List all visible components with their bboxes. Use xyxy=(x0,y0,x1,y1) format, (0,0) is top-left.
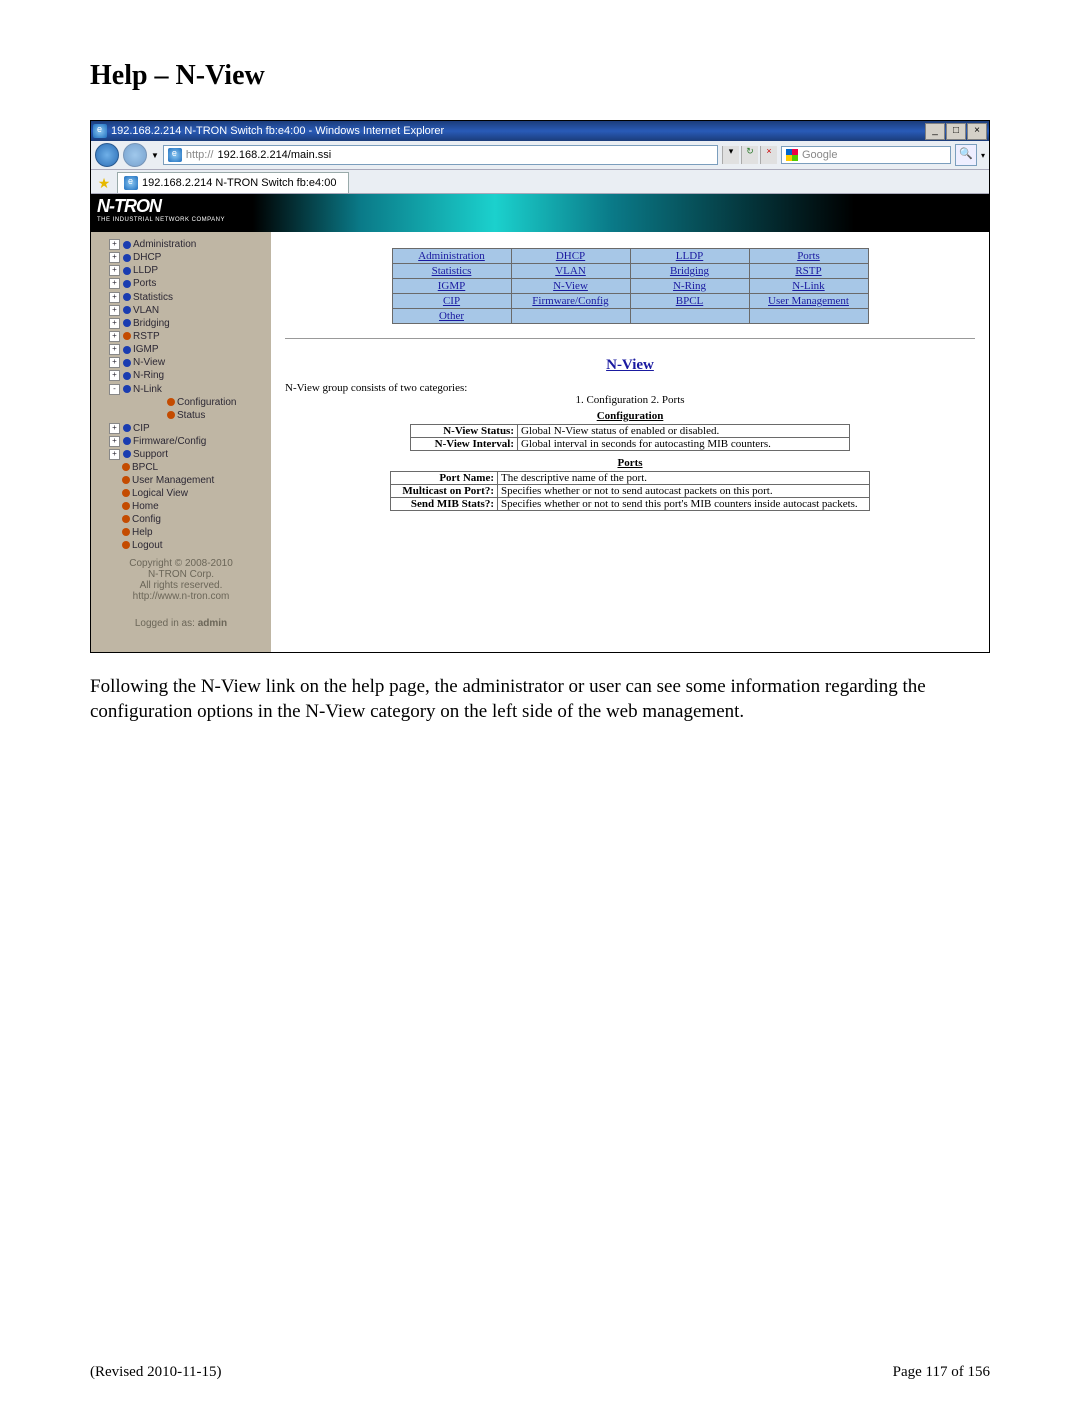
address-bar: ▼ http://192.168.2.214/main.ssi ▾ ↻ × Go… xyxy=(91,141,989,170)
row-label: Port Name: xyxy=(391,472,498,485)
sidebar-item[interactable]: +Bridging xyxy=(91,317,271,330)
tab-bar: ★ 192.168.2.214 N-TRON Switch fb:e4:00 xyxy=(91,170,989,194)
search-button[interactable]: 🔍 xyxy=(955,144,977,166)
browser-tab[interactable]: 192.168.2.214 N-TRON Switch fb:e4:00 xyxy=(117,172,349,193)
help-link[interactable]: DHCP xyxy=(556,250,585,262)
categories-text: 1. Configuration 2. Ports xyxy=(285,394,975,406)
window-titlebar: 192.168.2.214 N-TRON Switch fb:e4:00 - W… xyxy=(91,121,989,141)
help-link-grid: Administration DHCP LLDP Ports Statistics VLA… xyxy=(392,248,869,324)
browser-window: 192.168.2.214 N-TRON Switch fb:e4:00 - W… xyxy=(90,120,990,653)
sidebar-item[interactable]: Logout xyxy=(91,539,271,552)
help-link[interactable]: Other xyxy=(439,310,464,322)
help-link[interactable]: BPCL xyxy=(676,295,704,307)
close-button[interactable]: × xyxy=(967,123,987,140)
intro-text: N-View group consists of two categories: xyxy=(285,382,975,394)
help-link[interactable]: N-Ring xyxy=(673,280,706,292)
row-desc: Global interval in seconds for autocasti… xyxy=(518,438,850,451)
row-label: Multicast on Port?: xyxy=(391,485,498,498)
row-label: Send MIB Stats?: xyxy=(391,498,498,511)
help-link[interactable]: Ports xyxy=(797,250,820,262)
stop-button[interactable]: × xyxy=(760,146,777,164)
sidebar-subitem[interactable]: Status xyxy=(129,409,271,422)
back-button[interactable] xyxy=(95,143,119,167)
ie-icon xyxy=(93,124,107,138)
sidebar-item[interactable]: +VLAN xyxy=(91,304,271,317)
sidebar-item[interactable]: +N-Ring xyxy=(91,369,271,382)
sidebar-item[interactable]: +Ports xyxy=(91,277,271,290)
config-table: N-View Status:Global N-View status of en… xyxy=(410,424,850,451)
sidebar-item[interactable]: +LLDP xyxy=(91,264,271,277)
sidebar-item[interactable]: +Administration xyxy=(91,238,271,251)
page-number: Page 117 of 156 xyxy=(893,1364,990,1381)
ports-table: Port Name:The descriptive name of the po… xyxy=(390,471,870,511)
help-content: Administration DHCP LLDP Ports Statistics VLA… xyxy=(271,232,989,652)
url-input[interactable]: http://192.168.2.214/main.ssi xyxy=(163,145,718,165)
sidebar-item[interactable]: +Support xyxy=(91,448,271,461)
description-paragraph: Following the N-View link on the help pa… xyxy=(90,675,990,724)
ports-heading: Ports xyxy=(285,457,975,469)
row-desc: The descriptive name of the port. xyxy=(498,472,870,485)
row-label: N-View Interval: xyxy=(411,438,518,451)
dropdown-icon[interactable]: ▼ xyxy=(151,151,159,160)
help-link[interactable]: LLDP xyxy=(676,250,704,262)
page-title: Help – N-View xyxy=(90,60,990,92)
revised-date: (Revised 2010-11-15) xyxy=(90,1364,222,1381)
help-link[interactable]: RSTP xyxy=(795,265,821,277)
ntron-banner: N-TRON THE INDUSTRIAL NETWORK COMPANY xyxy=(91,194,989,232)
sidebar-item[interactable]: User Management xyxy=(91,474,271,487)
help-link[interactable]: N-View xyxy=(553,280,588,292)
sidebar-item[interactable]: Home xyxy=(91,500,271,513)
sidebar-item[interactable]: Help xyxy=(91,526,271,539)
forward-button[interactable] xyxy=(123,143,147,167)
help-link[interactable]: Firmware/Config xyxy=(532,295,608,307)
row-desc: Global N-View status of enabled or disab… xyxy=(518,425,850,438)
sidebar-item[interactable]: +Statistics xyxy=(91,291,271,304)
sidebar-item[interactable]: +RSTP xyxy=(91,330,271,343)
search-input[interactable]: Google xyxy=(781,146,951,164)
help-link[interactable]: Bridging xyxy=(670,265,709,277)
sidebar-item[interactable]: +DHCP xyxy=(91,251,271,264)
row-desc: Specifies whether or not to send autocas… xyxy=(498,485,870,498)
sidebar-item[interactable]: Config xyxy=(91,513,271,526)
refresh-button[interactable]: ↻ xyxy=(741,146,758,164)
nav-sidebar: +Administration+DHCP+LLDP+Ports+Statisti… xyxy=(91,232,271,652)
sidebar-item[interactable]: +CIP xyxy=(91,422,271,435)
sidebar-item[interactable]: -N-Link xyxy=(91,383,271,396)
copyright: Copyright © 2008-2010 xyxy=(129,558,233,569)
section-title: N-View xyxy=(285,357,975,374)
tab-icon xyxy=(124,176,138,190)
help-link[interactable]: VLAN xyxy=(555,265,586,277)
divider xyxy=(285,338,975,339)
maximize-button[interactable]: □ xyxy=(946,123,966,140)
help-link[interactable]: N-Link xyxy=(792,280,824,292)
row-desc: Specifies whether or not to send this po… xyxy=(498,498,870,511)
sidebar-item[interactable]: +Firmware/Config xyxy=(91,435,271,448)
sidebar-item[interactable]: +IGMP xyxy=(91,343,271,356)
help-link[interactable]: IGMP xyxy=(438,280,466,292)
sidebar-item[interactable]: Logical View xyxy=(91,487,271,500)
sidebar-item[interactable]: BPCL xyxy=(91,461,271,474)
compat-button[interactable]: ▾ xyxy=(722,146,739,164)
window-title: 192.168.2.214 N-TRON Switch fb:e4:00 - W… xyxy=(111,125,444,137)
config-heading: Configuration xyxy=(285,410,975,422)
sidebar-subitem[interactable]: Configuration xyxy=(129,396,271,409)
help-link[interactable]: Statistics xyxy=(432,265,472,277)
logged-in-label: Logged in as: xyxy=(135,618,195,629)
page-icon xyxy=(168,148,182,162)
logged-in-user: admin xyxy=(198,618,227,629)
help-link[interactable]: Administration xyxy=(418,250,485,262)
help-link[interactable]: CIP xyxy=(443,295,460,307)
help-link[interactable]: User Management xyxy=(768,295,849,307)
search-dropdown-icon[interactable]: ▾ xyxy=(981,151,985,160)
minimize-button[interactable]: _ xyxy=(925,123,945,140)
row-label: N-View Status: xyxy=(411,425,518,438)
google-icon xyxy=(786,149,798,161)
ntron-logo: N-TRON THE INDUSTRIAL NETWORK COMPANY xyxy=(97,196,225,223)
favorites-icon[interactable]: ★ xyxy=(95,175,113,193)
sidebar-item[interactable]: +N-View xyxy=(91,356,271,369)
